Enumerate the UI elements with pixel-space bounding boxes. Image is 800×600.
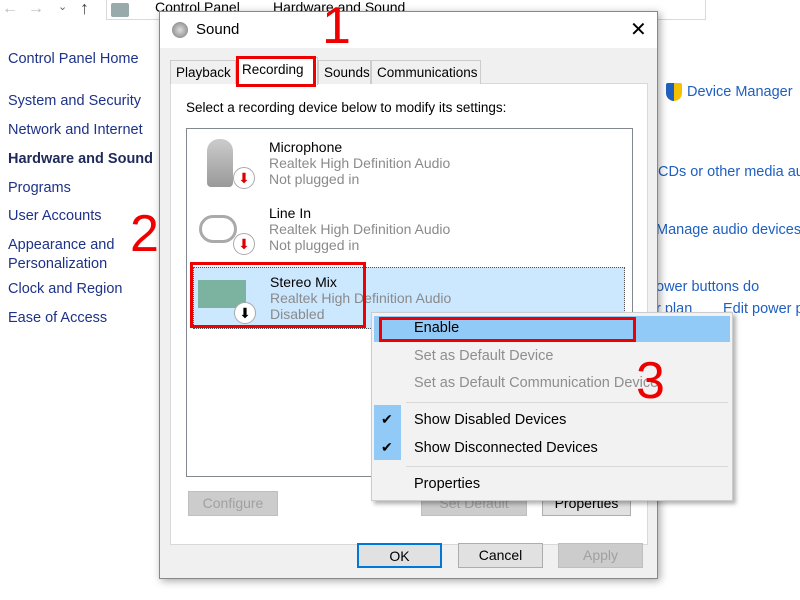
microphone-icon [207,139,233,187]
shield-icon [666,83,682,101]
title-bar: Sound ✕ [160,12,657,48]
menu-item-properties[interactable]: Properties [414,476,480,492]
menu-item-set-default[interactable]: Set as Default Device [414,348,553,364]
control-panel-icon [111,3,129,17]
annotation-number-3: 3 [636,352,665,410]
power-buttons-link[interactable]: ower buttons do [656,279,759,295]
annotation-box-recording [236,56,316,87]
menu-separator [406,402,728,403]
apply-button[interactable]: Apply [558,543,643,568]
configure-button[interactable]: Configure [188,491,278,516]
menu-item-show-disconnected[interactable]: Show Disconnected Devices [414,440,598,456]
up-icon[interactable]: ↑ [80,0,89,19]
nav-control-panel-home[interactable]: Control Panel Home [8,51,139,67]
speaker-icon [172,22,188,38]
check-icon: ✔ [381,411,393,427]
nav-system-security[interactable]: System and Security [8,93,141,109]
unplugged-arrow-icon: ⬇ [233,167,255,189]
tab-playback[interactable]: Playback [170,60,236,84]
unplugged-arrow-icon: ⬇ [233,233,255,255]
nav-ease-access[interactable]: Ease of Access [8,310,107,326]
check-icon: ✔ [381,439,393,455]
nav-appearance[interactable]: Appearance and [8,237,114,253]
tab-sounds[interactable]: Sounds [318,60,371,84]
manage-audio-link[interactable]: Manage audio devices [656,222,800,238]
nav-personalization[interactable]: Personalization [8,256,107,272]
annotation-box-enable [379,317,636,342]
menu-separator [406,466,728,467]
device-microphone[interactable]: ⬇ Microphone Realtek High Definition Aud… [193,133,625,195]
menu-item-set-default-comm[interactable]: Set as Default Communication Device [414,375,658,391]
cancel-button[interactable]: Cancel [458,543,543,568]
annotation-number-1: 1 [322,0,351,55]
device-line-in[interactable]: ⬇ Line In Realtek High Definition Audio … [193,199,625,261]
chevron-down-icon[interactable]: ⌄ [58,0,67,13]
nav-network[interactable]: Network and Internet [8,122,143,138]
line-in-jack-icon [199,215,237,243]
edit-power-link[interactable]: Edit power p [723,301,800,317]
close-icon[interactable]: ✕ [630,17,647,42]
nav-user-accounts[interactable]: User Accounts [8,208,102,224]
annotation-number-2: 2 [130,205,159,263]
autoplay-link[interactable]: CDs or other media au [658,164,800,180]
nav-clock-region[interactable]: Clock and Region [8,281,122,297]
back-icon[interactable]: ← [2,0,18,18]
menu-item-show-disabled[interactable]: Show Disabled Devices [414,412,566,428]
nav-programs[interactable]: Programs [8,180,71,196]
ok-button[interactable]: OK [357,543,442,568]
forward-icon[interactable]: → [28,0,44,18]
dialog-title: Sound [196,21,240,38]
instruction-text: Select a recording device below to modif… [186,100,507,115]
annotation-box-stereo-mix [190,262,366,328]
tab-communications[interactable]: Communications [371,60,481,84]
device-manager-link[interactable]: Device Manager [687,84,793,100]
nav-hardware-sound[interactable]: Hardware and Sound [8,151,153,167]
